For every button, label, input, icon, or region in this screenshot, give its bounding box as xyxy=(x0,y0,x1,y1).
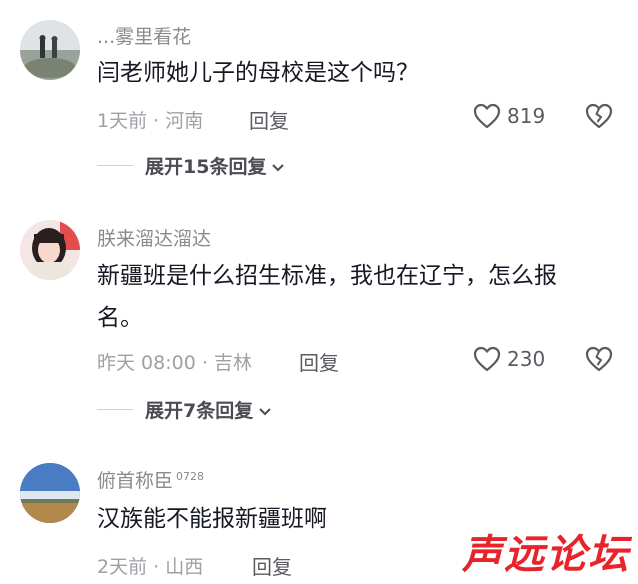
avatar[interactable] xyxy=(20,220,80,280)
comment-text: 闫老师她儿子的母校是这个吗？ xyxy=(97,60,419,86)
expand-replies-button[interactable]: 展开7条回复 xyxy=(97,396,271,423)
broken-heart-icon xyxy=(585,103,613,133)
divider xyxy=(97,165,133,166)
avatar[interactable] xyxy=(20,463,80,523)
like-count: 230 xyxy=(507,347,546,371)
comment-list: ...雾里看花 闫老师她儿子的母校是这个吗？ 1天前 · 河南 回复 819 展… xyxy=(0,0,638,584)
comment-meta: 昨天 08:00 · 吉林 xyxy=(97,352,252,374)
username[interactable]: 俯首称臣 0728 xyxy=(97,466,204,493)
user-badge: 0728 xyxy=(176,469,205,483)
chevron-down-icon xyxy=(259,399,271,421)
username[interactable]: ...雾里看花 xyxy=(97,22,191,49)
comment-text: 新疆班是什么招生标准，我也在辽宁，怎么报名。 xyxy=(97,263,557,331)
like-button[interactable]: 230 xyxy=(473,346,545,372)
like-button[interactable]: 819 xyxy=(473,103,545,129)
heart-outline-icon xyxy=(473,346,501,372)
reply-button[interactable]: 回复 xyxy=(299,347,339,376)
chevron-down-icon xyxy=(272,155,285,177)
comment-meta: 2天前 · 山西 xyxy=(97,556,204,578)
watermark-logo: 声远论坛 xyxy=(462,532,630,578)
expand-replies-button[interactable]: 展开15条回复 xyxy=(97,152,285,179)
broken-heart-icon xyxy=(585,346,613,376)
comment-meta: 1天前 · 河南 xyxy=(97,110,204,132)
dislike-button[interactable] xyxy=(585,103,613,133)
username[interactable]: 朕来溜达溜达 xyxy=(97,224,211,251)
heart-outline-icon xyxy=(473,103,501,129)
like-count: 819 xyxy=(507,104,546,128)
dislike-button[interactable] xyxy=(585,346,613,376)
reply-button[interactable]: 回复 xyxy=(252,551,292,580)
divider xyxy=(97,409,133,410)
reply-button[interactable]: 回复 xyxy=(249,105,289,134)
avatar[interactable] xyxy=(20,20,80,80)
